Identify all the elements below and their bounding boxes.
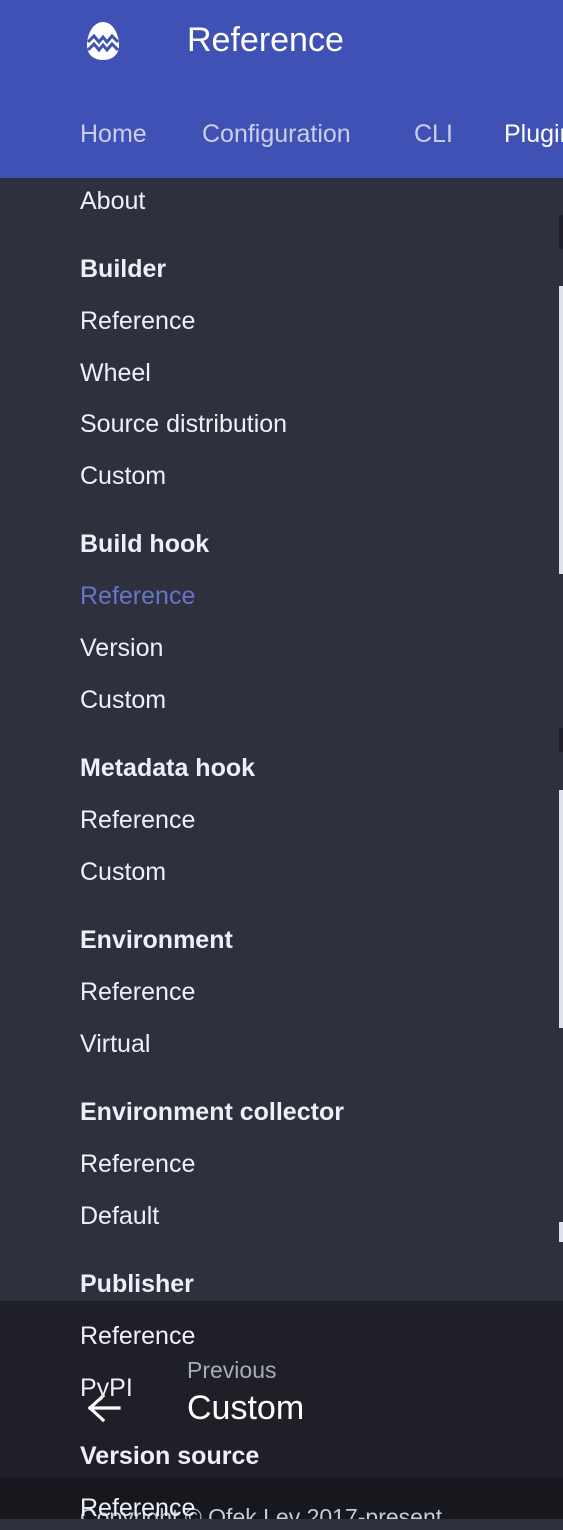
tab-home[interactable]: Home <box>80 112 147 156</box>
page-title: Reference <box>187 21 344 59</box>
sidebar-item-environment-collector-reference[interactable]: Reference <box>80 1142 195 1186</box>
sidebar-item-metadata-hook-reference[interactable]: Reference <box>80 798 195 842</box>
sidebar-item-builder-custom[interactable]: Custom <box>80 454 166 498</box>
sidebar-section-builder: Builder <box>80 255 167 283</box>
sidebar-item-about[interactable]: About <box>80 179 145 223</box>
sidebar-section-publisher: Publisher <box>80 1270 194 1298</box>
sidebar-item-wheel[interactable]: Wheel <box>80 351 151 395</box>
content-edge <box>559 1222 563 1242</box>
content-edge <box>559 728 563 752</box>
sidebar-item-default[interactable]: Default <box>80 1194 159 1238</box>
sidebar-item-build-hook-custom[interactable]: Custom <box>80 678 166 722</box>
previous-label: Previous <box>187 1357 277 1383</box>
sidebar-item-metadata-hook-custom[interactable]: Custom <box>80 850 166 894</box>
sidebar-section-version-source: Version source <box>80 1442 260 1470</box>
tab-configuration[interactable]: Configuration <box>202 112 351 156</box>
sidebar-item-version[interactable]: Version <box>80 626 163 670</box>
sidebar-section-environment-collector: Environment collector <box>80 1098 344 1126</box>
sidebar-item-source-distribution[interactable]: Source distribution <box>80 402 287 446</box>
sidebar-item-build-hook-reference[interactable]: Reference <box>80 574 195 618</box>
sidebar-section-build-hook: Build hook <box>80 530 210 558</box>
content-edge <box>559 286 563 574</box>
tab-plugins[interactable]: Plugins <box>504 112 563 156</box>
sidebar-item-publisher-reference[interactable]: Reference <box>80 1314 195 1358</box>
sidebar-item-environment-reference[interactable]: Reference <box>80 970 195 1014</box>
sidebar-item-pypi[interactable]: PyPI <box>80 1366 133 1410</box>
tab-cli[interactable]: CLI <box>414 112 453 156</box>
hatch-egg-logo-icon[interactable] <box>84 20 122 62</box>
header-bar: Reference Home Configuration CLI Plugins <box>0 0 563 178</box>
previous-page-link[interactable]: Custom <box>187 1385 304 1431</box>
sidebar-section-environment: Environment <box>80 926 233 954</box>
top-tabs: Home Configuration CLI Plugins <box>0 112 563 156</box>
content-edge <box>559 790 563 1028</box>
sidebar-item-version-source-reference[interactable]: Reference <box>80 1486 195 1530</box>
sidebar-item-virtual[interactable]: Virtual <box>80 1022 150 1066</box>
sidebar-section-metadata-hook: Metadata hook <box>80 754 256 782</box>
sidebar-item-builder-reference[interactable]: Reference <box>80 299 195 343</box>
content-edge <box>559 215 563 249</box>
